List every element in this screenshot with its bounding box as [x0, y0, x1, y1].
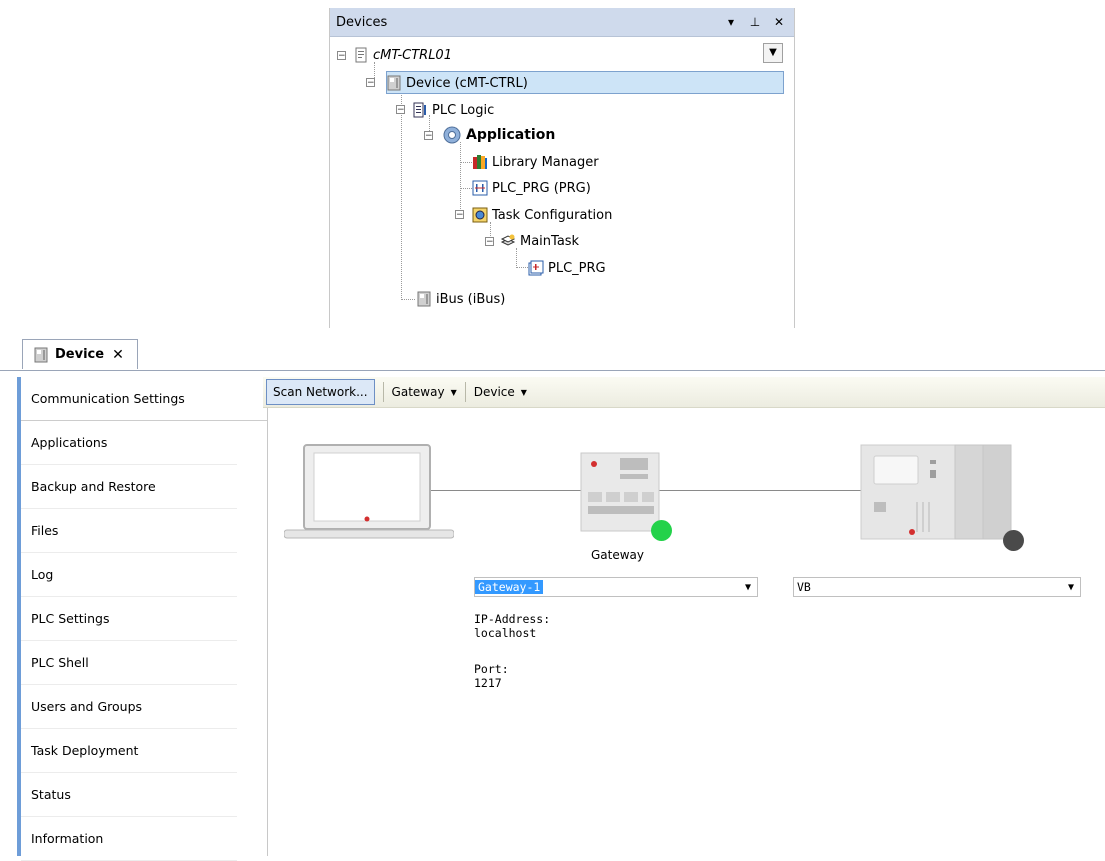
nav-item-files[interactable]: Files: [21, 509, 237, 553]
gateway-select[interactable]: Gateway-1 ▼: [474, 577, 758, 597]
device-settings-nav: Communication Settings Applications Back…: [17, 377, 268, 861]
tree-item-task-configuration[interactable]: Task Configuration: [472, 203, 612, 227]
gateway-caption: Gateway: [591, 548, 645, 562]
nav-item-information[interactable]: Information: [21, 817, 237, 861]
port-value: 1217: [474, 676, 502, 690]
nav-item-applications[interactable]: Applications: [21, 421, 237, 465]
tree-item-label: cMT-CTRL01: [373, 47, 452, 63]
close-tab-icon[interactable]: ✕: [112, 347, 124, 363]
communication-toolbar: Scan Network... Gateway ▼ Device ▼: [263, 377, 1105, 408]
collapse-icon[interactable]: −: [396, 105, 405, 115]
collapse-icon[interactable]: −: [455, 210, 464, 220]
devices-panel-header: Devices ▾ ⊥ ✕: [330, 8, 794, 37]
nav-item-task-deployment[interactable]: Task Deployment: [21, 729, 237, 773]
task-layers-icon: [500, 233, 516, 249]
tab-device[interactable]: Device ✕: [22, 339, 138, 369]
tree-item-root[interactable]: cMT-CTRL01: [353, 43, 452, 67]
tree-item-plc-prg-call[interactable]: PLC_PRG: [528, 256, 606, 280]
tree-item-label: PLC_PRG (PRG): [492, 180, 591, 196]
device-menu-label: Device: [473, 385, 515, 399]
close-panel-icon[interactable]: ✕: [772, 15, 786, 29]
library-books-icon: [472, 154, 488, 170]
nav-item-status[interactable]: Status: [21, 773, 237, 817]
laptop-icon: [284, 444, 454, 539]
device-icon: [416, 291, 432, 307]
device-status-indicator: [1003, 530, 1024, 551]
tree-item-plc-prg-program[interactable]: PLC_PRG (PRG): [472, 176, 591, 200]
tree-item-label: PLC_PRG: [548, 260, 606, 276]
chevron-down-icon[interactable]: ▼: [763, 43, 783, 63]
device-menu-dropdown[interactable]: Device ▼: [474, 385, 527, 399]
tree-item-library-manager[interactable]: Library Manager: [472, 150, 599, 174]
toolbar-separator: [382, 382, 384, 402]
tree-item-label: iBus (iBus): [436, 291, 506, 307]
chevron-down-icon[interactable]: ▼: [745, 582, 751, 593]
collapse-icon[interactable]: −: [366, 78, 375, 88]
collapse-icon[interactable]: −: [337, 51, 346, 61]
scan-network-button[interactable]: Scan Network...: [266, 379, 375, 405]
ip-address-label: IP-Address:: [474, 612, 551, 626]
caret-down-icon: ▼: [450, 387, 457, 397]
plc-logic-icon: [412, 102, 428, 118]
tree-item-device[interactable]: Device (cMT-CTRL): [386, 71, 528, 95]
plc-device-icon: [860, 444, 1012, 540]
gateway-select-value: Gateway-1: [475, 580, 544, 594]
nav-item-plc-shell[interactable]: PLC Shell: [21, 641, 237, 685]
nav-item-backup-and-restore[interactable]: Backup and Restore: [21, 465, 237, 509]
pin-icon[interactable]: ⊥: [748, 15, 762, 29]
panel-menu-dropdown-icon[interactable]: ▾: [724, 15, 738, 29]
gateway-device-icon: [580, 452, 660, 532]
devices-panel-title: Devices: [336, 14, 388, 30]
nav-item-users-and-groups[interactable]: Users and Groups: [21, 685, 237, 729]
editor-tab-strip: Device ✕: [0, 336, 1105, 371]
tree-item-ibus[interactable]: iBus (iBus): [416, 287, 505, 311]
tree-item-label: Library Manager: [492, 154, 599, 170]
tree-item-label: Application: [466, 127, 556, 143]
gateway-menu-label: Gateway: [391, 385, 445, 399]
chevron-down-icon[interactable]: ▼: [1068, 582, 1074, 593]
device-select[interactable]: VB ▼: [793, 577, 1081, 597]
program-call-icon: [528, 260, 544, 276]
collapse-icon[interactable]: −: [485, 237, 494, 247]
toolbar-separator: [464, 382, 466, 402]
tree-item-label: MainTask: [520, 233, 580, 249]
gateway-menu-dropdown[interactable]: Gateway ▼: [392, 385, 457, 399]
tab-label: Device: [55, 347, 105, 362]
device-select-value: VB: [797, 580, 811, 594]
port-label: Port:: [474, 662, 509, 676]
caret-down-icon: ▼: [520, 387, 527, 397]
tree-item-plc-logic[interactable]: PLC Logic: [412, 98, 494, 122]
device-icon: [386, 75, 402, 91]
tree-item-label: PLC Logic: [432, 102, 495, 118]
device-icon: [33, 347, 49, 363]
tree-item-main-task[interactable]: MainTask: [500, 229, 579, 253]
nav-item-communication-settings[interactable]: Communication Settings: [21, 377, 267, 421]
application-gear-icon: [442, 125, 462, 145]
nav-item-log[interactable]: Log: [21, 553, 237, 597]
program-ladder-icon: [472, 180, 488, 196]
gateway-status-indicator: [651, 520, 672, 541]
tree-item-label: Device (cMT-CTRL): [406, 75, 528, 91]
nav-item-plc-settings[interactable]: PLC Settings: [21, 597, 237, 641]
project-icon: [353, 47, 369, 63]
collapse-icon[interactable]: −: [424, 131, 433, 141]
tree-item-label: Task Configuration: [492, 207, 613, 223]
task-configuration-icon: [472, 207, 488, 223]
tree-item-application[interactable]: Application: [442, 123, 555, 147]
ip-address-value: localhost: [474, 626, 537, 640]
